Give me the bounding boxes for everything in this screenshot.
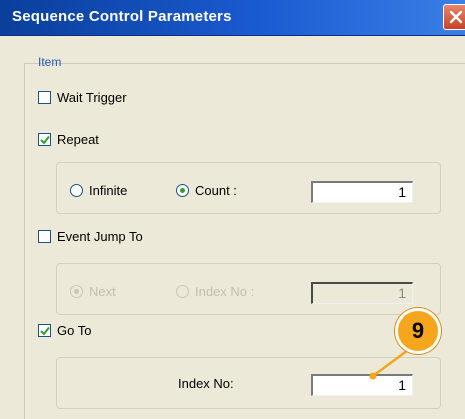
count-radio[interactable] (176, 184, 189, 197)
repeat-checkbox[interactable] (38, 133, 51, 146)
next-label: Next (89, 284, 116, 299)
go-to-label: Go To (57, 323, 92, 338)
infinite-option[interactable]: Infinite (70, 183, 127, 198)
go-to-row[interactable]: Go To (38, 323, 91, 338)
event-jump-to-checkbox[interactable] (38, 230, 51, 243)
go-to-index-label: Index No: (178, 376, 234, 391)
repeat-label: Repeat (57, 132, 99, 147)
count-label: Count : (195, 183, 237, 198)
radio-selected-dot (180, 188, 185, 193)
callout-number-badge: 9 (395, 308, 441, 354)
count-option[interactable]: Count : (176, 183, 237, 198)
infinite-label: Infinite (89, 183, 128, 198)
next-radio[interactable] (70, 285, 83, 298)
check-mark-icon (40, 135, 50, 145)
item-group-label: Item (38, 55, 62, 69)
close-icon (449, 10, 463, 24)
index-no-radio[interactable] (176, 285, 189, 298)
go-to-index-input[interactable]: 1 (311, 374, 413, 396)
wait-trigger-label: Wait Trigger (57, 90, 127, 105)
count-input[interactable]: 1 (311, 181, 413, 203)
close-button[interactable] (443, 4, 465, 30)
event-jump-to-label: Event Jump To (57, 229, 143, 244)
radio-selected-dot (74, 289, 79, 294)
wait-trigger-checkbox[interactable] (38, 91, 51, 104)
index-no-option[interactable]: Index No : (176, 284, 254, 299)
wait-trigger-row[interactable]: Wait Trigger (38, 90, 127, 105)
index-no-label: Index No : (195, 284, 255, 299)
infinite-radio[interactable] (70, 184, 83, 197)
title-bar: Sequence Control Parameters (0, 0, 465, 36)
event-jump-index-input[interactable]: 1 (311, 282, 413, 304)
window-title: Sequence Control Parameters (12, 8, 232, 25)
check-mark-icon (40, 326, 50, 336)
repeat-row[interactable]: Repeat (38, 132, 99, 147)
event-jump-to-row[interactable]: Event Jump To (38, 229, 143, 244)
next-option[interactable]: Next (70, 284, 116, 299)
go-to-checkbox[interactable] (38, 324, 51, 337)
